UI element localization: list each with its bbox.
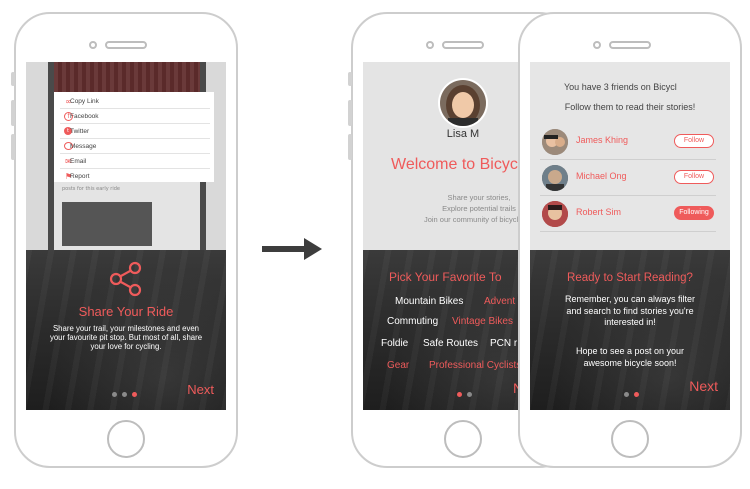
side-button xyxy=(348,100,352,126)
screen: You have 3 friends on Bicycl Follow them… xyxy=(530,62,730,410)
share-item-label: Email xyxy=(70,158,87,165)
side-button xyxy=(348,72,352,86)
share-item-label: Copy Link xyxy=(70,98,99,105)
topic-tag[interactable]: Mountain Bikes xyxy=(395,296,463,307)
background-text: posts for this early ride xyxy=(62,186,120,192)
page-dot xyxy=(112,392,117,397)
right-arrow-icon xyxy=(262,236,322,262)
page-dot xyxy=(122,392,127,397)
divider xyxy=(60,168,210,169)
background-photo-2 xyxy=(62,202,152,246)
phone-mockup-3: You have 3 friends on Bicycl Follow them… xyxy=(518,12,742,468)
friend-name: James Khing xyxy=(576,135,629,145)
onboarding-body: Share your trail, your milestones and ev… xyxy=(49,324,203,351)
divider xyxy=(540,231,716,232)
pick-title: Pick Your Favorite To xyxy=(389,270,502,284)
side-button xyxy=(11,100,15,126)
camera xyxy=(89,41,97,49)
follow-prompt-text: Follow them to read their stories! xyxy=(564,102,696,112)
ready-card: Ready to Start Reading? Remember, you ca… xyxy=(530,250,730,410)
page-dot-active xyxy=(457,392,462,397)
friend-row: Robert Sim Following xyxy=(540,196,716,232)
avatar xyxy=(542,165,568,191)
speaker xyxy=(609,41,651,49)
share-item-label: Facebook xyxy=(70,113,99,120)
topic-tag-selected[interactable]: Vintage Bikes xyxy=(452,316,513,327)
topic-tag-selected[interactable]: Gear xyxy=(387,360,409,371)
friend-name: Michael Ong xyxy=(576,171,627,181)
share-item-label: Twitter xyxy=(70,128,90,135)
topic-tag[interactable]: Commuting xyxy=(387,316,438,327)
home-button[interactable] xyxy=(444,420,482,458)
topic-tag-selected[interactable]: Advent xyxy=(484,296,515,307)
welcome-title: Welcome to Bicycl xyxy=(391,156,522,173)
friend-name: Robert Sim xyxy=(576,207,622,217)
friend-row: James Khing Follow xyxy=(540,124,716,160)
page-dot-active xyxy=(634,392,639,397)
screen: posts for this early ride ∞ Copy Link f … xyxy=(26,62,226,410)
share-icon xyxy=(107,260,145,298)
background-photo xyxy=(54,62,200,92)
divider xyxy=(60,138,210,139)
speaker xyxy=(105,41,147,49)
page-dot xyxy=(467,392,472,397)
topic-tag[interactable]: Foldie xyxy=(381,338,408,349)
avatar xyxy=(440,80,486,126)
following-button[interactable]: Following xyxy=(674,206,714,220)
side-button xyxy=(11,134,15,160)
topic-tag[interactable]: Safe Routes xyxy=(423,338,478,349)
divider xyxy=(60,108,210,109)
divider xyxy=(60,153,210,154)
home-button[interactable] xyxy=(107,420,145,458)
friend-row: Michael Ong Follow xyxy=(540,160,716,196)
next-button[interactable]: Next xyxy=(689,378,718,394)
topic-tag[interactable]: PCN r xyxy=(490,338,517,349)
friends-count-text: You have 3 friends on Bicycl xyxy=(564,82,677,92)
ready-body: Remember, you can always filter and sear… xyxy=(564,294,696,327)
page-dot-active xyxy=(132,392,137,397)
share-item-label: Report xyxy=(70,173,90,180)
next-button[interactable]: Next xyxy=(187,382,214,397)
camera xyxy=(426,41,434,49)
background-page: posts for this early ride xyxy=(54,182,200,252)
follow-button[interactable]: Follow xyxy=(674,170,714,184)
camera xyxy=(593,41,601,49)
divider xyxy=(60,123,210,124)
side-button xyxy=(348,134,352,160)
side-button xyxy=(11,72,15,86)
follow-button[interactable]: Follow xyxy=(674,134,714,148)
topic-tag-selected[interactable]: Professional Cyclists xyxy=(429,360,521,371)
avatar xyxy=(542,129,568,155)
hope-body: Hope to see a post on your awesome bicyc… xyxy=(575,346,685,368)
page-dot xyxy=(624,392,629,397)
home-button[interactable] xyxy=(611,420,649,458)
ready-title: Ready to Start Reading? xyxy=(567,272,693,284)
share-item-label: Message xyxy=(70,143,97,150)
onboarding-title: Share Your Ride xyxy=(78,304,174,319)
phone-mockup-1: posts for this early ride ∞ Copy Link f … xyxy=(11,12,238,468)
onboarding-card: Share Your Ride Share your trail, your m… xyxy=(26,250,226,410)
avatar xyxy=(542,201,568,227)
speaker xyxy=(442,41,484,49)
